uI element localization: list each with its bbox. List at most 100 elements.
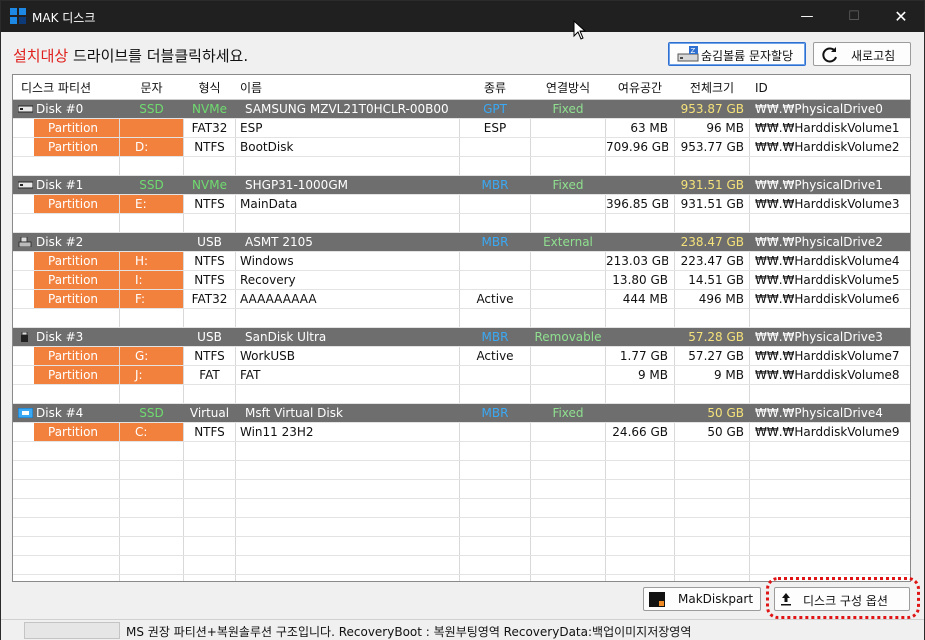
- empty-row: [13, 309, 910, 328]
- partition-label: Partition #2: [34, 366, 119, 400]
- disk-label: Disk #4: [36, 406, 84, 420]
- hdd-icon: [18, 105, 33, 113]
- disk-model: SAMSUNG MZVL21T0HCLR-00B00: [245, 102, 449, 116]
- status-field: [24, 622, 120, 639]
- disk-row[interactable]: Disk #3 USB SanDisk Ultra MBR Removable 57.28…: [13, 328, 910, 347]
- title-bar[interactable]: MAK 디스크 — ☐ ✕: [1, 1, 924, 32]
- filesystem: FAT: [199, 368, 220, 382]
- total-size: 931.51 GB: [680, 197, 744, 211]
- empty-row: [13, 499, 910, 518]
- connection-type: Fixed: [552, 178, 584, 192]
- disk-interface: NVMe: [192, 178, 227, 192]
- disk-label: Disk #3: [36, 330, 84, 344]
- filesystem: NTFS: [194, 197, 225, 211]
- filesystem: FAT32: [191, 292, 228, 306]
- partition-row[interactable]: Partition #1 FAT32 ESP ESP 63 MB 96 MB ₩₩.₩Har…: [13, 119, 910, 153]
- close-button[interactable]: ✕: [878, 1, 924, 32]
- drive-letter: G:: [120, 347, 183, 365]
- partition-type: Active: [476, 292, 514, 306]
- maximize-button[interactable]: ☐: [831, 1, 877, 32]
- device-id: ₩₩.₩PhysicalDrive0: [755, 102, 883, 116]
- total-size: 57.27 GB: [688, 349, 744, 363]
- disk-label: Disk #0: [36, 102, 84, 116]
- disk-table[interactable]: 디스크 파티션 문자 형식 이름 종류 연결방식 여유공간 전체크기 ID Di…: [12, 74, 911, 582]
- disk-options-button[interactable]: 디스크 구성 옵션: [774, 587, 910, 611]
- column-header-letter[interactable]: 문자: [120, 79, 183, 97]
- free-space: 213.03 GB: [606, 254, 668, 268]
- mouse-cursor-icon: [573, 20, 587, 40]
- partition-label: Partition #2: [34, 138, 119, 172]
- total-size: 953.87 GB: [680, 102, 744, 116]
- app-window: MAK 디스크 — ☐ ✕ 설치대상 드라이브를 더블클릭하세요. Z 숨김볼륨…: [0, 0, 925, 640]
- minimize-button[interactable]: —: [784, 1, 830, 32]
- volume-id: ₩₩.₩HarddiskVolume1: [755, 121, 900, 135]
- connection-type: Fixed: [552, 406, 584, 420]
- column-header-total[interactable]: 전체크기: [675, 79, 749, 97]
- volume-name: Windows: [240, 254, 294, 268]
- hide-volume-assign-label: 숨김볼륨 문자할당: [701, 49, 794, 63]
- partition-row[interactable]: Partition #1 E: NTFS MainData 396.85 GB 931.5…: [13, 195, 910, 229]
- empty-row: [13, 461, 910, 480]
- disk-interface: USB: [197, 330, 222, 344]
- drive-letter: E:: [120, 195, 183, 213]
- partition-style: MBR: [481, 330, 509, 344]
- svg-text:Z: Z: [691, 47, 696, 55]
- volume-id: ₩₩.₩HarddiskVolume7: [755, 349, 900, 363]
- volume-id: ₩₩.₩HarddiskVolume9: [755, 425, 900, 439]
- drive-letter: F:: [120, 290, 183, 308]
- device-id: ₩₩.₩PhysicalDrive2: [755, 235, 883, 249]
- disk-row[interactable]: Disk #2 USB ASMT 2105 MBR External 238.47 GB ₩…: [13, 233, 910, 252]
- disk-row[interactable]: Disk #1 SSD NVMe SHGP31-1000GM MBR Fixed 931.5…: [13, 176, 910, 195]
- disk-row[interactable]: Disk #0 SSD NVMe SAMSUNG MZVL21T0HCLR-00B00…: [13, 100, 910, 119]
- partition-row[interactable]: Partition #2 D: NTFS BootDisk 709.96 GB 953.7…: [13, 138, 910, 172]
- partition-style: GPT: [483, 102, 507, 116]
- partition-label: Partition #1: [34, 119, 119, 153]
- column-header-connection[interactable]: 연결방식: [531, 79, 605, 97]
- empty-row: [13, 214, 910, 233]
- drive-letter: D:: [120, 138, 183, 156]
- column-header-format[interactable]: 형식: [184, 79, 235, 97]
- total-size: 14.51 GB: [688, 273, 744, 287]
- filesystem: NTFS: [194, 254, 225, 268]
- total-size: 9 MB: [713, 368, 744, 382]
- partition-row[interactable]: Partition #2 J: FAT FAT 9 MB 9 MB ₩₩.₩Harddisk…: [13, 366, 910, 400]
- partition-row[interactable]: Partition #3 F: FAT32 AAAAAAAAA Active 444 MB…: [13, 290, 910, 324]
- partition-row[interactable]: Partition #1 C: NTFS Win11 23H2 24.66 GB 50 G…: [13, 423, 910, 457]
- partition-label: Partition #2: [34, 271, 119, 305]
- drive-letter: C:: [120, 423, 183, 441]
- refresh-label: 새로고침: [851, 49, 896, 63]
- total-size: 496 MB: [698, 292, 744, 306]
- filesystem: FAT32: [191, 121, 228, 135]
- volume-id: ₩₩.₩HarddiskVolume2: [755, 140, 900, 154]
- volume-name: Win11 23H2: [240, 425, 314, 439]
- total-size: 50 GB: [707, 425, 744, 439]
- partition-row[interactable]: Partition #2I: NTFS Recovery 13.80 GB 14.51 …: [13, 271, 910, 305]
- column-header-free[interactable]: 여유공간: [606, 79, 674, 97]
- refresh-icon: [822, 47, 837, 63]
- volume-name: BootDisk: [240, 140, 294, 154]
- column-header-name[interactable]: 이름: [240, 79, 440, 97]
- partition-row[interactable]: Partition #1H: NTFS Windows 213.03 GB 223.47…: [13, 252, 910, 286]
- column-header-type[interactable]: 종류: [460, 79, 530, 97]
- column-header-partition[interactable]: 디스크 파티션: [21, 79, 117, 97]
- total-size: 953.77 GB: [680, 140, 744, 154]
- free-space: 396.85 GB: [606, 197, 668, 211]
- disk-interface: Virtual: [189, 406, 230, 420]
- instruction-text: 설치대상 드라이브를 더블클릭하세요.: [13, 45, 248, 66]
- total-size: 57.28 GB: [688, 330, 744, 344]
- total-size: 931.51 GB: [680, 178, 744, 192]
- drive-letter: I:: [120, 271, 183, 289]
- instruction-highlight: 설치대상: [13, 47, 69, 65]
- refresh-button[interactable]: 새로고침: [813, 42, 911, 66]
- disk-row[interactable]: Disk #4 SSD Virtual Msft Virtual Disk MBR Fix…: [13, 404, 910, 423]
- disk-label: Disk #2: [36, 235, 84, 249]
- partition-row[interactable]: Partition #1G: NTFS WorkUSB Active 1.77 GB 57…: [13, 347, 910, 381]
- hide-volume-assign-button[interactable]: Z 숨김볼륨 문자할당: [668, 42, 806, 66]
- connection-type: Removable: [534, 330, 602, 344]
- column-header-id[interactable]: ID: [755, 79, 905, 97]
- filesystem: NTFS: [194, 140, 225, 154]
- disk-interface: NVMe: [192, 102, 227, 116]
- free-space: 709.96 GB: [606, 140, 668, 154]
- total-size: 238.47 GB: [680, 235, 744, 249]
- makdiskpart-button[interactable]: MakDiskpart: [643, 587, 761, 611]
